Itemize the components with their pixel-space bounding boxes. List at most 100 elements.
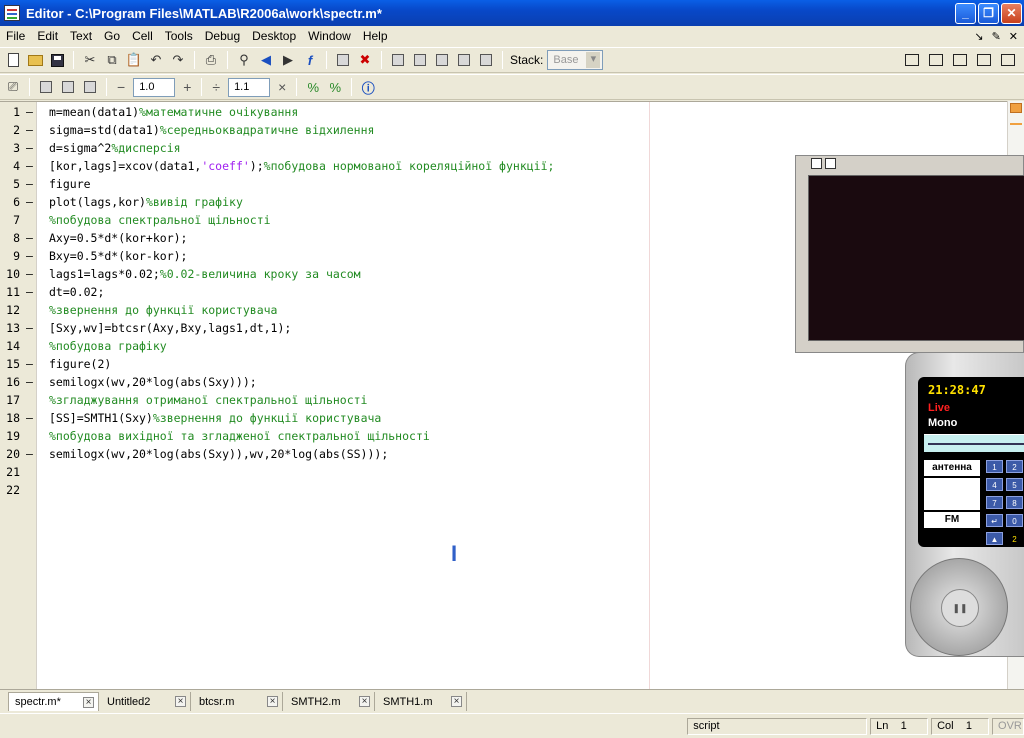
- menu-window[interactable]: Window: [302, 29, 357, 43]
- forward-icon[interactable]: ▶: [278, 50, 298, 70]
- menu-desktop[interactable]: Desktop: [246, 29, 302, 43]
- line-text[interactable]: sigma=std(data1)%середньоквадратичне від…: [49, 121, 374, 139]
- line-text[interactable]: figure(2): [49, 355, 111, 373]
- code-line[interactable]: 19 %побудова вихідної та згладженої спект…: [0, 427, 1007, 445]
- save-icon[interactable]: [47, 50, 67, 70]
- line-text[interactable]: Axy=0.5*d*(kor+kor);: [49, 229, 187, 247]
- tile-layout-icon[interactable]: [905, 54, 919, 66]
- line-text[interactable]: dt=0.02;: [49, 283, 104, 301]
- copy-icon[interactable]: ⧉: [102, 50, 122, 70]
- video-window-button-2[interactable]: [825, 158, 836, 169]
- insert-cell-divider-icon[interactable]: %: [303, 77, 323, 97]
- find-icon[interactable]: ⚲: [234, 50, 254, 70]
- minimize-button[interactable]: _: [955, 2, 976, 24]
- top-bottom-layout-icon[interactable]: [953, 54, 967, 66]
- tab-close-icon[interactable]: ×: [175, 696, 186, 707]
- radio-key-5[interactable]: 5: [1006, 478, 1023, 491]
- tab-close-icon[interactable]: ×: [451, 696, 462, 707]
- code-line[interactable]: 17 %згладжування отриманої спектральної щ…: [0, 391, 1007, 409]
- close-button[interactable]: ✕: [1001, 2, 1022, 24]
- radio-tuning-bar[interactable]: [924, 434, 1024, 452]
- increment-value-field[interactable]: 1.0: [133, 77, 176, 97]
- close-doc-icon[interactable]: ✕: [1009, 30, 1018, 43]
- set-breakpoint-icon[interactable]: [333, 50, 353, 70]
- function-icon[interactable]: f: [300, 50, 320, 70]
- menu-cell[interactable]: Cell: [126, 29, 159, 43]
- float-layout-icon[interactable]: [977, 54, 991, 66]
- line-text[interactable]: plot(lags,kor)%вивід графіку: [49, 193, 243, 211]
- breakpoint-marker[interactable]: –: [26, 283, 33, 301]
- new-file-icon[interactable]: [3, 50, 23, 70]
- breakpoint-marker[interactable]: –: [26, 355, 33, 373]
- line-text[interactable]: lags1=lags*0.02;%0.02-величина кроку за …: [49, 265, 361, 283]
- code-line[interactable]: 16– semilogx(wv,20*log(abs(Sxy)));: [0, 373, 1007, 391]
- paste-icon[interactable]: 📋: [124, 50, 144, 70]
- file-tab[interactable]: Untitled2 ×: [101, 692, 191, 711]
- breakpoint-marker[interactable]: –: [26, 175, 33, 193]
- decrement-button[interactable]: −: [112, 79, 130, 95]
- video-window-button-1[interactable]: [811, 158, 822, 169]
- menu-debug[interactable]: Debug: [199, 29, 246, 43]
- left-right-layout-icon[interactable]: [929, 54, 943, 66]
- back-icon[interactable]: ◀: [256, 50, 276, 70]
- radio-key-7[interactable]: 7: [986, 496, 1003, 509]
- step-icon[interactable]: [388, 50, 408, 70]
- insert-text-markup-icon[interactable]: %: [325, 77, 345, 97]
- menu-text[interactable]: Text: [64, 29, 98, 43]
- continue-icon[interactable]: [454, 50, 474, 70]
- line-text[interactable]: %звернення до функції користувача: [49, 301, 277, 319]
- line-text[interactable]: d=sigma^2%дисперсія: [49, 139, 181, 157]
- editor-app-icon[interactable]: [4, 5, 20, 21]
- clear-breakpoints-icon[interactable]: ✖: [355, 50, 375, 70]
- radio-key-0[interactable]: 0: [1006, 514, 1023, 527]
- video-window[interactable]: [795, 155, 1024, 353]
- stack-select[interactable]: Base: [547, 50, 604, 70]
- breakpoint-marker[interactable]: –: [26, 265, 33, 283]
- code-line[interactable]: 2– sigma=std(data1)%середньоквадратичне в…: [0, 121, 1007, 139]
- breakpoint-marker[interactable]: –: [26, 409, 33, 427]
- radio-icons-panel[interactable]: [924, 478, 980, 510]
- tab-close-icon[interactable]: ×: [83, 696, 94, 708]
- redo-icon[interactable]: ↷: [168, 50, 188, 70]
- breakpoint-marker[interactable]: –: [26, 319, 33, 337]
- breakpoint-marker[interactable]: –: [26, 157, 33, 175]
- radio-player[interactable]: 21:28:47 Live Mono антенна FM 1 2 4 5 7 …: [905, 352, 1024, 657]
- eval-cell-icon[interactable]: [36, 77, 56, 97]
- radio-control-wheel[interactable]: ❚❚: [910, 558, 1008, 656]
- undock-icon[interactable]: ↘: [974, 30, 983, 43]
- factor-value-field[interactable]: 1.1: [228, 77, 271, 97]
- menu-tools[interactable]: Tools: [159, 29, 199, 43]
- code-line[interactable]: 18– [SS]=SMTH1(Sxy)%звернення до функції …: [0, 409, 1007, 427]
- radio-key-enter[interactable]: ↵: [986, 514, 1003, 527]
- info-icon[interactable]: ⓘ: [358, 77, 378, 97]
- radio-key-1[interactable]: 1: [986, 460, 1003, 473]
- tab-close-icon[interactable]: ×: [267, 696, 278, 707]
- file-tab[interactable]: spectr.m* ×: [8, 692, 99, 711]
- menu-file[interactable]: File: [0, 29, 31, 43]
- eval-cell-advance-icon[interactable]: [58, 77, 78, 97]
- multiply-button[interactable]: ×: [273, 79, 291, 95]
- cell-mode-icon[interactable]: ⎚: [3, 77, 23, 97]
- line-text[interactable]: %побудова спектральної щільності: [49, 211, 271, 229]
- file-tab[interactable]: btcsr.m ×: [193, 692, 283, 711]
- menu-help[interactable]: Help: [357, 29, 394, 43]
- breakpoint-marker[interactable]: –: [26, 103, 33, 121]
- code-line[interactable]: 22: [0, 481, 1007, 499]
- line-text[interactable]: Bxy=0.5*d*(kor-kor);: [49, 247, 187, 265]
- code-line[interactable]: 21: [0, 463, 1007, 481]
- code-line[interactable]: 1– m=mean(data1)%математичне очікування: [0, 103, 1007, 121]
- step-in-icon[interactable]: [410, 50, 430, 70]
- radio-key-up[interactable]: ▲: [986, 532, 1003, 545]
- line-text[interactable]: semilogx(wv,20*log(abs(Sxy)),wv,20*log(a…: [49, 445, 388, 463]
- radio-key-4[interactable]: 4: [986, 478, 1003, 491]
- menu-go[interactable]: Go: [98, 29, 126, 43]
- breakpoint-marker[interactable]: –: [26, 373, 33, 391]
- radio-key-2[interactable]: 2: [1006, 460, 1023, 473]
- code-line[interactable]: 15– figure(2): [0, 355, 1007, 373]
- line-text[interactable]: [Sxy,wv]=btcsr(Axy,Bxy,lags1,dt,1);: [49, 319, 291, 337]
- breakpoint-marker[interactable]: –: [26, 139, 33, 157]
- line-text[interactable]: figure: [49, 175, 91, 193]
- maximize-layout-icon[interactable]: [1001, 54, 1015, 66]
- maximize-button[interactable]: ❐: [978, 2, 999, 24]
- code-line[interactable]: 20– semilogx(wv,20*log(abs(Sxy)),wv,20*lo…: [0, 445, 1007, 463]
